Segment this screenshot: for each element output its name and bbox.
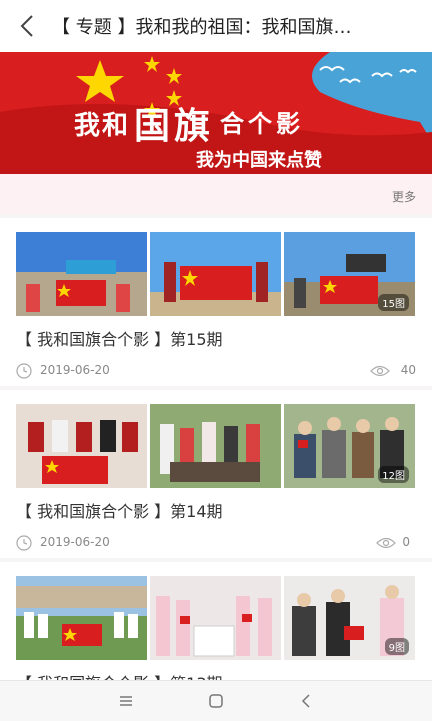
view-count: 40 — [400, 363, 416, 377]
card-title[interactable]: 【 我和国旗合个影 】第15期 — [16, 326, 223, 350]
eye-icon — [376, 537, 396, 549]
home-icon[interactable] — [206, 691, 226, 711]
card-title[interactable]: 【 我和国旗合个影 】第14期 — [16, 498, 223, 522]
list-item[interactable]: 12图 【 我和国旗合个影 】第14期 2019-06-20 0 — [0, 390, 432, 558]
photo-thumbnail[interactable]: 9图 — [284, 576, 415, 660]
banner-headline-4: 旗 — [174, 105, 210, 147]
list-item[interactable]: 15图 【 我和国旗合个影 】第15期 2019-06-20 40 — [0, 218, 432, 386]
banner-headline-3: 国 — [134, 105, 170, 147]
banner-subline: 我为中国来点赞 — [196, 149, 322, 171]
clock-icon — [16, 535, 32, 551]
photo-thumbnail[interactable]: 15图 — [284, 232, 415, 316]
photo-strip: 9图 — [16, 576, 416, 660]
list-item[interactable]: 9图 【 我和国旗合个影 】第13期 — [0, 562, 432, 680]
photo-count-badge: 15图 — [378, 294, 409, 311]
meta-row: 2019-06-20 40 — [16, 362, 416, 382]
back-arrow-icon[interactable] — [14, 12, 42, 40]
publish-date: 2019-06-20 — [40, 535, 110, 549]
clock-icon — [16, 363, 32, 379]
photo-thumbnail[interactable]: 12图 — [284, 404, 415, 488]
banner-footer — [0, 174, 432, 214]
system-nav-bar — [0, 680, 432, 721]
photo-thumbnail[interactable] — [150, 232, 281, 316]
photo-thumbnail[interactable] — [16, 576, 147, 660]
publish-date: 2019-06-20 — [40, 363, 110, 377]
banner-headline-7: 影 — [276, 109, 300, 138]
photo-count-badge: 12图 — [378, 466, 409, 483]
page-title: 【 专题 】我和我的祖国：我和国旗… — [52, 17, 352, 38]
photo-thumbnail[interactable] — [150, 576, 281, 660]
banner-headline-1: 我 — [74, 111, 100, 141]
photo-strip: 12图 — [16, 404, 416, 488]
banner-headline-5: 合 — [220, 109, 245, 138]
photo-strip: 15图 — [16, 232, 416, 316]
photo-count-badge: 9图 — [384, 638, 409, 655]
photo-thumbnail[interactable] — [150, 404, 281, 488]
top-bar: 【 专题 】我和我的祖国：我和国旗… — [0, 0, 432, 53]
view-count: 0 — [402, 535, 410, 549]
banner-headline-6: 个 — [248, 109, 273, 138]
eye-icon — [370, 365, 390, 377]
photo-thumbnail[interactable] — [16, 232, 147, 316]
banner-image: 我 和 国 旗 合 个 影 我为中国来点赞 — [0, 52, 432, 174]
photo-thumbnail[interactable] — [16, 404, 147, 488]
meta-row: 2019-06-20 0 — [16, 534, 416, 554]
back-icon[interactable] — [296, 691, 316, 711]
card-title[interactable]: 【 我和国旗合个影 】第13期 — [16, 670, 223, 680]
topic-banner[interactable]: 我 和 国 旗 合 个 影 我为中国来点赞 — [0, 52, 432, 174]
banner-headline-2: 和 — [102, 111, 128, 141]
menu-icon[interactable] — [116, 691, 136, 711]
more-link[interactable]: 更多 — [392, 188, 416, 205]
